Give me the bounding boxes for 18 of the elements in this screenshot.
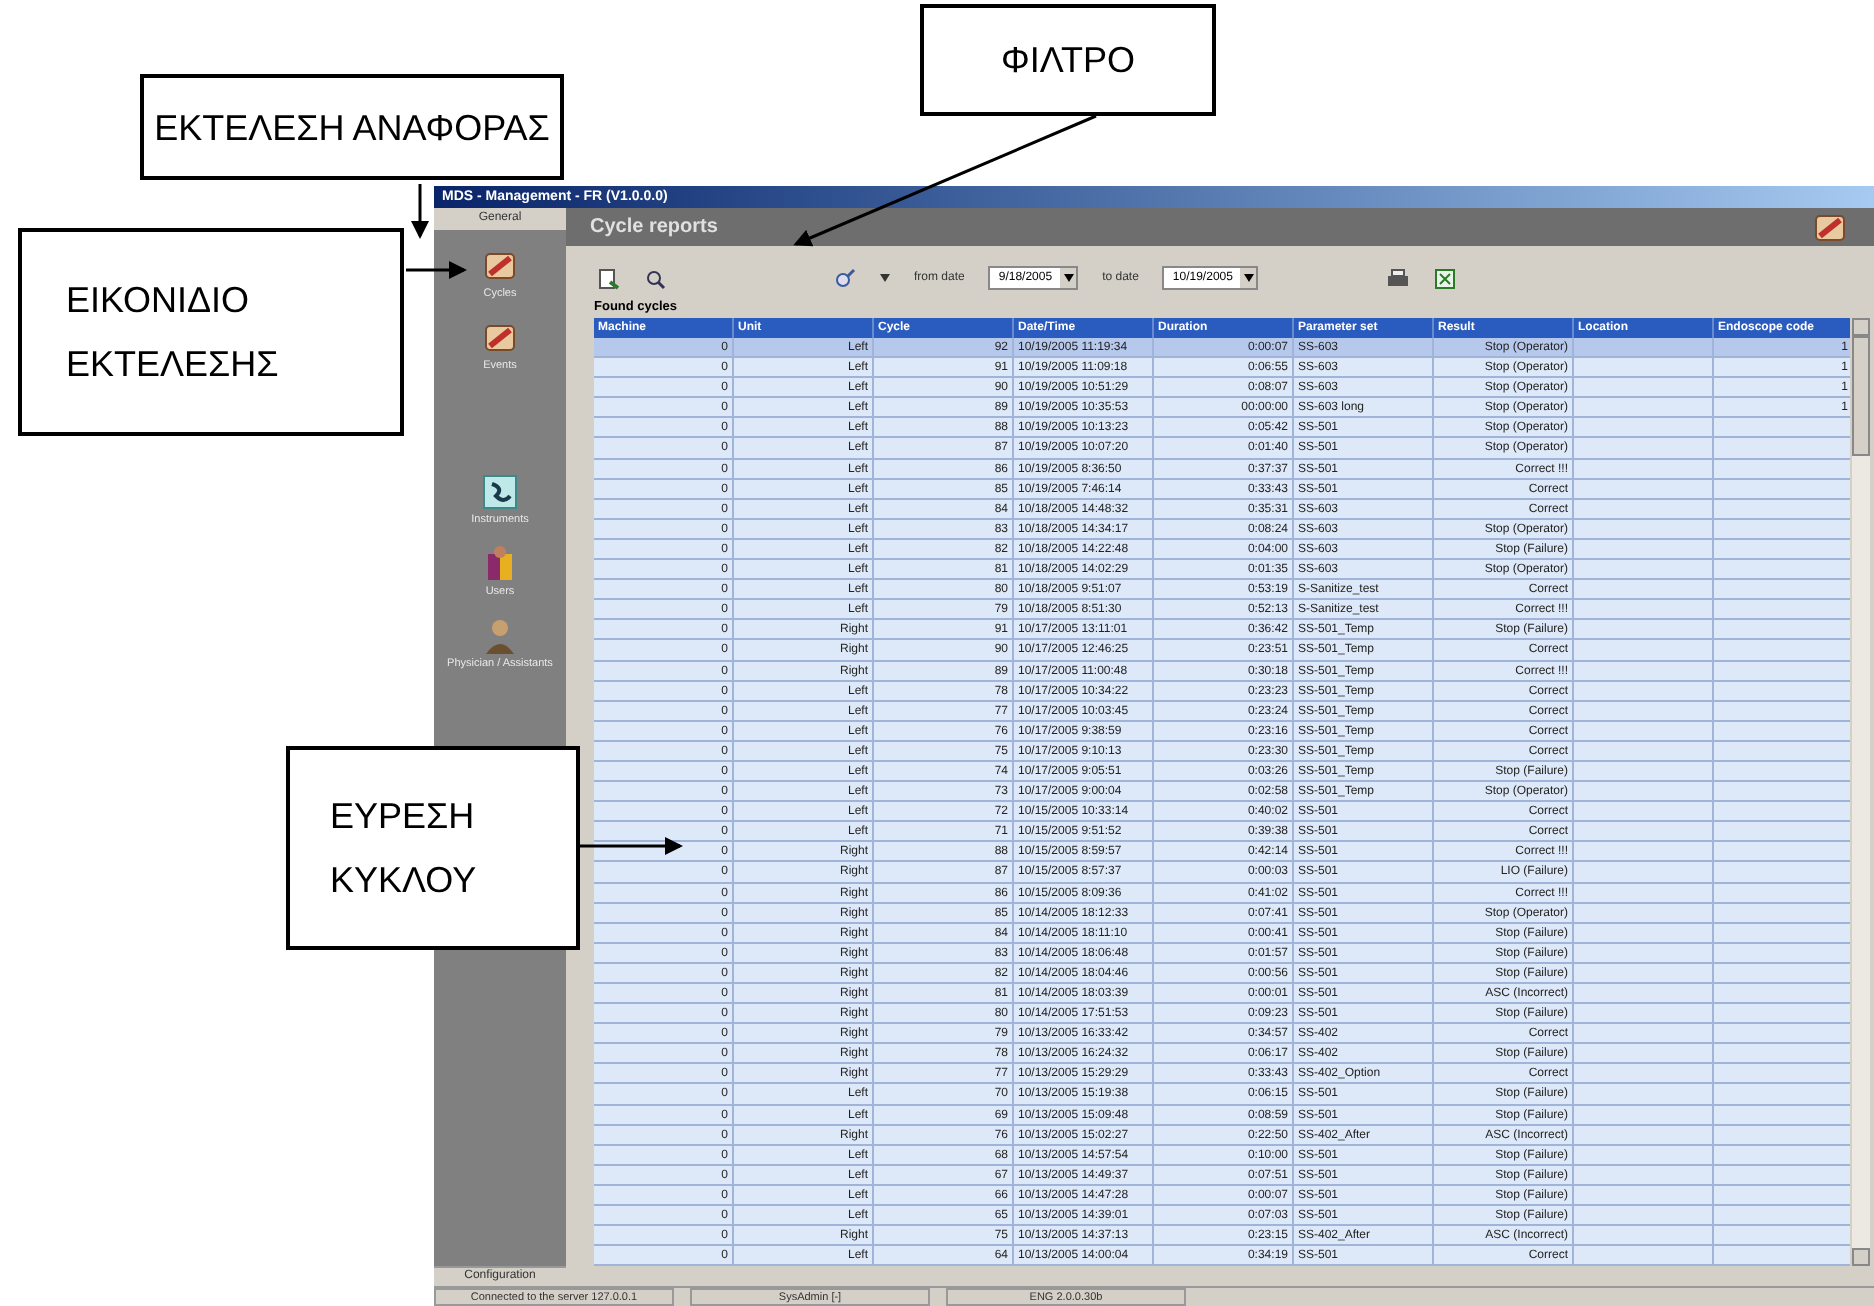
report-run-icon[interactable]: [598, 267, 620, 289]
zoom-icon[interactable]: [644, 267, 666, 289]
arrow: [580, 837, 683, 855]
dropdown-icon: [1063, 274, 1074, 282]
print-icon[interactable]: [1386, 267, 1411, 289]
callout-box: ΕΚΤΕΛΕΣΗ ΑΝΑΦΟΡΑΣ: [140, 74, 564, 180]
caret-icon[interactable]: [880, 274, 890, 282]
instrument-icon: [479, 471, 520, 511]
scrollbar[interactable]: [1852, 318, 1870, 1267]
dropdown-icon: [1243, 274, 1254, 282]
panel-title: Cycle reports: [590, 214, 718, 242]
callout-box: ΕΥΡΕΣΗ ΚΥΚΛΟΥ: [286, 746, 580, 950]
spreadsheet-icon[interactable]: [1434, 267, 1457, 289]
callout-box: ΦΙΛΤΡΟ: [920, 4, 1216, 116]
search-icon[interactable]: [834, 267, 856, 289]
arrow: [406, 261, 467, 279]
arrow: [411, 184, 429, 239]
callout-box: ΕΙΚΟΝΙΔΙΟ ΕΚΤΕΛΕΣΗΣ: [18, 228, 404, 436]
